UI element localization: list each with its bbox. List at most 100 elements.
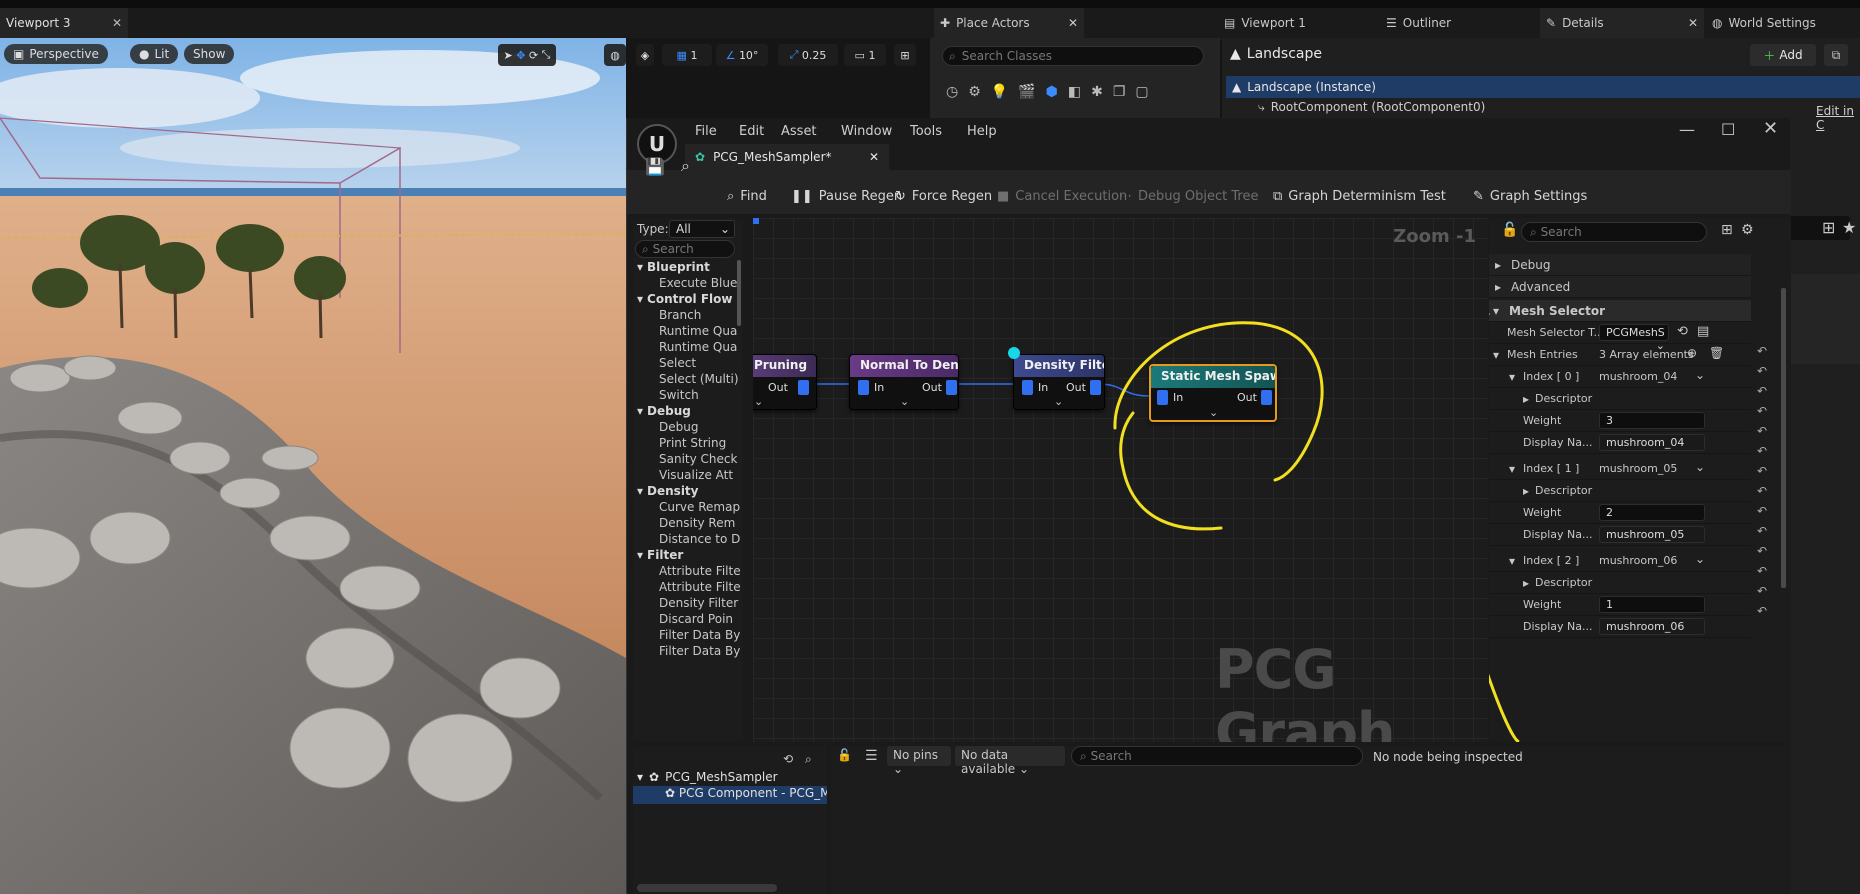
chevron-down-icon[interactable]: ⌄: [1695, 368, 1705, 382]
rotate-icon[interactable]: ⟳: [529, 49, 538, 62]
star-icon[interactable]: ★: [1842, 218, 1856, 237]
blueprint-icon[interactable]: ⧉: [1824, 44, 1848, 66]
palette-item[interactable]: Execute Blue: [659, 276, 743, 290]
cancel-execution-button[interactable]: ■ Cancel Execution: [997, 186, 1127, 206]
trash-icon[interactable]: 🗑: [1709, 346, 1724, 360]
descriptor-row[interactable]: ▸ Descriptor: [1489, 480, 1751, 502]
lock-icon[interactable]: 🔓: [837, 748, 852, 762]
cinematic-icon[interactable]: 🎬: [1018, 84, 1035, 100]
type-dropdown[interactable]: All ⌄: [669, 220, 735, 238]
minimize-icon[interactable]: —: [1679, 120, 1695, 139]
tab-details[interactable]: ✎ Details ✕: [1540, 8, 1704, 38]
palette-item[interactable]: Runtime Qua: [659, 340, 743, 354]
inspector-search-input[interactable]: ⌕ Search: [1071, 746, 1363, 766]
filter-icon[interactable]: ☰: [865, 748, 878, 764]
palette-search-input[interactable]: ⌕ Search: [635, 240, 735, 258]
basic-icon[interactable]: ⚙: [968, 84, 981, 100]
node-static-mesh-spawner[interactable]: Static Mesh Spawner In Out ⌄: [1149, 364, 1277, 422]
reset-icon[interactable]: ↶: [1757, 544, 1767, 558]
move-icon[interactable]: ✥: [516, 49, 525, 62]
palette-item[interactable]: Debug: [659, 420, 743, 434]
tab-place-actors[interactable]: ✚ Place Actors ✕: [934, 8, 1084, 38]
reset-icon[interactable]: ↶: [1757, 344, 1767, 358]
palette-category-filter[interactable]: ▾ Filter: [637, 548, 683, 562]
force-regen-button[interactable]: ↻ Force Regen: [895, 186, 992, 206]
mesh-entry-index-2[interactable]: ▾ Index [ 2 ] mushroom_06 ⌄: [1489, 550, 1751, 572]
palette-item[interactable]: Print String: [659, 436, 743, 450]
menu-window[interactable]: Window: [841, 124, 892, 139]
menu-edit[interactable]: Edit: [739, 124, 764, 139]
reset-icon[interactable]: ↶: [1757, 584, 1767, 598]
palette-item[interactable]: Curve Remap: [659, 500, 743, 514]
tab-viewport-3[interactable]: Viewport 3 ✕: [0, 8, 128, 38]
graph-canvas[interactable]: Zoom -1 PCG Graph Pruning Out ⌄ Normal T…: [753, 218, 1488, 742]
details-search-input[interactable]: ⌕ Search: [1521, 222, 1707, 242]
palette-category-density[interactable]: ▾ Density: [637, 484, 699, 498]
palette-item[interactable]: Select (Multi): [659, 372, 743, 386]
pause-regen-button[interactable]: ❚❚ Pause Regen: [791, 186, 902, 206]
recent-icon[interactable]: ◷: [946, 84, 958, 100]
close-icon[interactable]: ✕: [112, 16, 122, 30]
mesh-entry-index-0[interactable]: ▾ Index [ 0 ] mushroom_04 ⌄: [1489, 366, 1751, 388]
lights-icon[interactable]: 💡: [991, 84, 1008, 100]
section-advanced[interactable]: ▸ Advanced: [1489, 276, 1751, 298]
instance-row[interactable]: ▲ Landscape (Instance): [1226, 76, 1860, 98]
pins-dropdown[interactable]: No pins ⌄: [887, 746, 951, 776]
tree-root[interactable]: ▾ ✿ PCG_MeshSampler: [637, 770, 778, 784]
reset-icon[interactable]: ↶: [1757, 384, 1767, 398]
lock-icon[interactable]: 🔓: [1501, 222, 1518, 238]
reset-icon[interactable]: ↶: [1757, 504, 1767, 518]
palette-item[interactable]: Density Filter: [659, 596, 743, 610]
search-classes-input[interactable]: ⌕ Search Classes: [942, 46, 1204, 66]
browse-icon[interactable]: ⌕: [681, 156, 690, 176]
reset-icon[interactable]: ↶: [1757, 364, 1767, 378]
weight-input[interactable]: 1: [1599, 596, 1705, 613]
gear-icon[interactable]: ⚙: [1741, 222, 1754, 238]
display-name-input[interactable]: mushroom_06: [1599, 618, 1705, 635]
surface-snap-icon[interactable]: ◈: [636, 44, 654, 66]
add-element-icon[interactable]: ⊕: [1687, 346, 1697, 360]
browse-icon[interactable]: ⌕: [805, 752, 812, 767]
palette-item[interactable]: Runtime Qua: [659, 324, 743, 338]
close-icon[interactable]: ✕: [869, 150, 879, 164]
palette-item[interactable]: Filter Data By: [659, 644, 743, 658]
chevron-down-icon[interactable]: ⌄: [1209, 406, 1218, 419]
tab-world-settings[interactable]: ◍ World Settings: [1712, 8, 1816, 38]
more-icon[interactable]: ▢: [1135, 84, 1148, 100]
volumes-icon[interactable]: ✱: [1091, 84, 1103, 100]
root-component-row[interactable]: ⤷ RootComponent (RootComponent0): [1258, 100, 1485, 115]
details-scrollbar[interactable]: [1781, 288, 1786, 588]
shapes-icon[interactable]: ⬢: [1046, 84, 1058, 100]
graph-determinism-button[interactable]: ⧉ Graph Determinism Test: [1273, 186, 1446, 206]
layout-icon[interactable]: ⊞: [894, 44, 916, 66]
palette-item[interactable]: Density Rem: [659, 516, 743, 530]
reset-icon[interactable]: ↶: [1757, 524, 1767, 538]
menu-tools[interactable]: Tools: [910, 124, 942, 139]
pin-in[interactable]: [1022, 380, 1033, 395]
palette-item[interactable]: Sanity Check: [659, 452, 743, 466]
world-icon[interactable]: ◍: [604, 44, 626, 66]
descriptor-row[interactable]: ▸ Descriptor: [1489, 572, 1751, 594]
reset-icon[interactable]: ↶: [1757, 604, 1767, 618]
table-icon[interactable]: ⊞: [1721, 222, 1733, 238]
maximize-icon[interactable]: ☐: [1721, 120, 1735, 139]
lit-button[interactable]: ● Lit: [130, 44, 179, 64]
palette-item[interactable]: Switch: [659, 388, 743, 402]
transform-tools[interactable]: ➤ ✥ ⟳ ⤡: [498, 44, 556, 66]
pin-in[interactable]: [1157, 390, 1168, 405]
node-normal-to-density[interactable]: Normal To Density In Out ⌄: [849, 354, 959, 410]
all-classes-icon[interactable]: ❐: [1113, 84, 1126, 100]
data-dropdown[interactable]: No data available ⌄: [955, 746, 1065, 776]
menu-asset[interactable]: Asset: [781, 124, 817, 139]
horizontal-scrollbar[interactable]: [637, 884, 777, 892]
chevron-down-icon[interactable]: ⌄: [1054, 395, 1063, 408]
details-search[interactable]: [1790, 216, 1850, 240]
add-component-button[interactable]: ＋ Add: [1750, 44, 1816, 66]
refresh-icon[interactable]: ⟲: [783, 752, 793, 766]
debug-object-tree-button[interactable]: ⋯ Debug Object Tree: [1119, 186, 1258, 206]
mesh-selector-type-dropdown[interactable]: PCGMeshS ⌄: [1599, 324, 1669, 352]
section-mesh-selector[interactable]: ▾ Mesh Selector: [1489, 300, 1751, 322]
angle-snap-toggle[interactable]: ∠ 10°: [716, 44, 768, 66]
reset-icon[interactable]: ↶: [1757, 444, 1767, 458]
palette-category-control-flow[interactable]: ▾ Control Flow: [637, 292, 732, 306]
